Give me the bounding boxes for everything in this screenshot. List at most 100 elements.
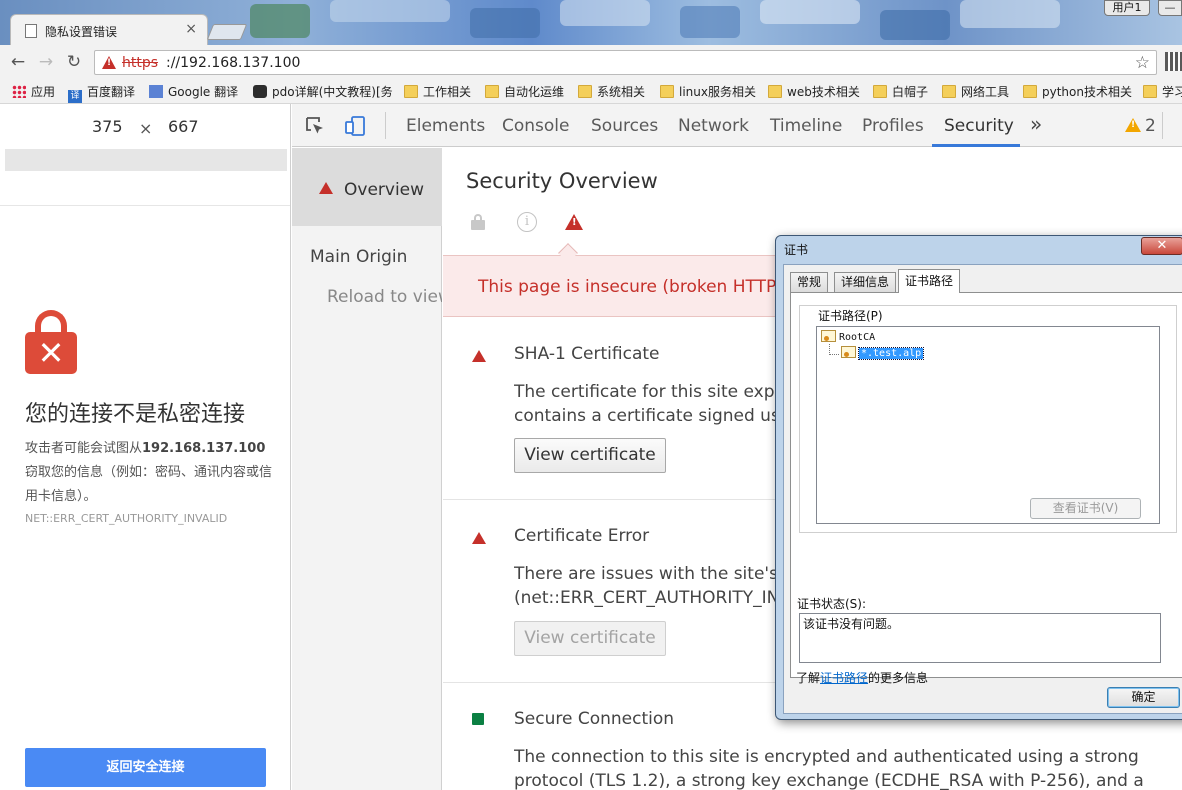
close-icon[interactable]: ✕ — [1141, 237, 1182, 255]
address-bar[interactable]: https ://192.168.137.100 ☆ — [94, 50, 1157, 75]
device-mode-icon[interactable] — [344, 115, 366, 137]
bookmark-item[interactable]: 应用 — [12, 83, 55, 100]
device-dimensions: 375 × 667 — [0, 104, 290, 148]
summary-text: This page is insecure (broken HTTPS). — [478, 277, 800, 297]
bookmark-label: 白帽子 — [892, 85, 929, 99]
error-code[interactable]: NET::ERR_CERT_AUTHORITY_INVALID — [25, 512, 227, 525]
divider — [0, 205, 290, 206]
new-tab-button[interactable] — [206, 24, 248, 40]
warnings-counter[interactable]: 2 — [1125, 116, 1156, 136]
bookmark-item[interactable]: 学习 — [1143, 83, 1182, 100]
certification-path-link[interactable]: 证书路径 — [820, 671, 868, 685]
device-emulation-pane: 375 × 667 ✕ 您的连接不是私密连接 攻击者可能会试图从192.168.… — [0, 104, 291, 790]
tree-node-root[interactable]: RootCA — [821, 330, 875, 343]
not-secure-warning-icon[interactable] — [102, 56, 116, 69]
page-title: Security Overview — [466, 169, 658, 193]
tree-node-label-selected: *.test.alp — [857, 347, 925, 360]
device-height[interactable]: 667 — [168, 117, 199, 136]
bookmark-label: Google 翻译 — [168, 85, 239, 99]
tab-details[interactable]: 详细信息 — [834, 272, 897, 292]
more-tabs-icon[interactable]: » — [1030, 112, 1042, 136]
bookmark-item[interactable]: Google 翻译 — [149, 83, 238, 100]
bookmark-item[interactable]: python技术相关 — [1023, 83, 1132, 100]
view-certificate-button-disabled[interactable]: View certificate — [514, 621, 666, 656]
tab-general[interactable]: 常规 — [790, 272, 829, 292]
ok-button[interactable]: 确定 — [1107, 687, 1180, 708]
tab-sources[interactable]: Sources — [591, 116, 658, 136]
learn-prefix: 了解 — [796, 671, 821, 685]
folder-icon — [578, 85, 592, 98]
bookmark-label: 系统相关 — [597, 85, 646, 99]
tab-profiles[interactable]: Profiles — [862, 116, 924, 136]
broken-lock-icon: ✕ — [25, 310, 77, 374]
tab-network[interactable]: Network — [678, 116, 749, 136]
lock-icon — [471, 214, 485, 230]
apps-icon — [12, 85, 26, 98]
bookmark-label: 百度翻译 — [87, 85, 136, 99]
interstitial-heading: 您的连接不是私密连接 — [25, 402, 246, 427]
body-suffix: 窃取您的信息（例如：密码、通讯内容或信用卡信息）。 — [25, 465, 273, 504]
status-label: 证书状态(S): — [797, 597, 867, 611]
view-certificate-button[interactable]: View certificate — [514, 438, 666, 473]
folder-icon — [1023, 85, 1037, 98]
user-profile-button[interactable]: 用户1 — [1104, 0, 1150, 16]
folder-icon — [768, 85, 782, 98]
tab-certification-path[interactable]: 证书路径 — [898, 269, 961, 293]
secure-marker-icon — [472, 713, 484, 725]
url-scheme: https — [122, 55, 159, 71]
back-arrow-icon[interactable]: ← — [8, 52, 28, 72]
tab-console[interactable]: Console — [502, 116, 570, 136]
bookmark-label: python技术相关 — [1042, 85, 1132, 99]
bookmark-label: 工作相关 — [423, 85, 472, 99]
tab-security[interactable]: Security — [944, 116, 1014, 136]
certificate-tree[interactable]: RootCA *.test.alp — [816, 326, 1160, 524]
bookmark-item[interactable]: 网络工具 — [942, 83, 1009, 100]
certificate-status-textbox[interactable]: 该证书没有问题。 — [799, 613, 1161, 663]
bookmark-label: pdo详解(中文教程)[务 — [272, 85, 393, 99]
paw-icon — [253, 85, 267, 98]
explanation-title: Certificate Error — [514, 526, 650, 546]
body-host: 192.168.137.100 — [142, 441, 266, 456]
interstitial-body: 攻击者可能会试图从192.168.137.100 窃取您的信息（例如：密码、通讯内… — [25, 437, 275, 509]
bookmark-label: 自动化运维 — [504, 85, 565, 99]
bookmark-item[interactable]: pdo详解(中文教程)[务 — [253, 83, 393, 100]
tab-elements[interactable]: Elements — [406, 116, 485, 136]
insecure-marker-icon — [472, 532, 486, 544]
browser-titlebar: 隐私设置错误 × 用户1 — — [0, 0, 1182, 45]
bookmark-item[interactable]: 白帽子 — [873, 83, 928, 100]
learn-suffix: 的更多信息 — [868, 671, 929, 685]
inspect-element-icon[interactable] — [304, 115, 326, 137]
sidebar-item-overview[interactable]: Overview — [292, 148, 442, 226]
browser-tab-active[interactable]: 隐私设置错误 × — [10, 14, 208, 45]
tab-timeline[interactable]: Timeline — [770, 116, 842, 136]
certificate-dialog: 证书 ✕ 常规 详细信息 证书路径 证书路径(P) RootCA *.test.… — [775, 235, 1182, 720]
back-to-safety-button[interactable]: 返回安全连接 — [25, 748, 266, 787]
folder-icon — [1143, 85, 1157, 98]
bookmark-star-icon[interactable]: ☆ — [1135, 53, 1150, 73]
bookmark-item[interactable]: 自动化运维 — [485, 83, 564, 100]
dimension-separator: × — [139, 119, 153, 138]
device-width[interactable]: 375 — [92, 117, 123, 136]
bookmark-item[interactable]: linux服务相关 — [660, 83, 756, 100]
view-certificate-button[interactable]: 查看证书(V) — [1030, 498, 1141, 519]
bookmark-item[interactable]: 译百度翻译 — [68, 83, 135, 103]
minimize-icon[interactable]: — — [1158, 0, 1182, 16]
browser-toolbar: ← → ↻ https ://192.168.137.100 ☆ — [0, 45, 1182, 79]
sidebar-reload-hint[interactable]: Reload to view — [327, 287, 442, 307]
explanation-description: The connection to this site is encrypted… — [514, 745, 1164, 790]
reload-icon[interactable]: ↻ — [64, 52, 84, 72]
tree-node-leaf[interactable]: *.test.alp — [841, 346, 925, 360]
explanation-title: SHA-1 Certificate — [514, 344, 660, 364]
description-line: The connection to this site is encrypted… — [514, 747, 1139, 767]
translate-icon: 译 — [68, 90, 82, 103]
bookmark-item[interactable]: web技术相关 — [768, 83, 860, 100]
bookmark-item[interactable]: 工作相关 — [404, 83, 471, 100]
certificate-icon — [821, 330, 836, 342]
folder-icon — [485, 85, 499, 98]
forward-arrow-icon[interactable]: → — [36, 52, 56, 72]
body-prefix: 攻击者可能会试图从 — [25, 441, 143, 456]
tab-close-icon[interactable]: × — [185, 21, 197, 37]
bookmark-label: 网络工具 — [961, 85, 1010, 99]
bookmark-item[interactable]: 系统相关 — [578, 83, 645, 100]
qr-code-icon[interactable] — [1165, 52, 1182, 71]
